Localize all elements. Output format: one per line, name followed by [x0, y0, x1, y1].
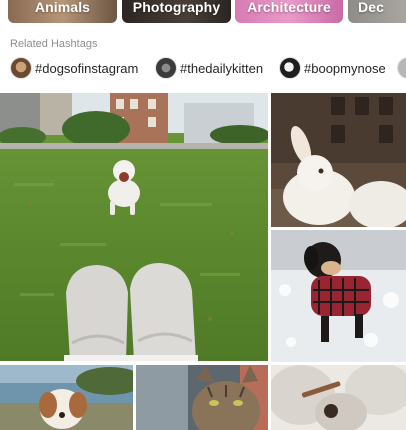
category-chip-label: Photography — [132, 0, 221, 15]
category-chip-label: Architecture — [247, 0, 331, 15]
photo-image — [271, 365, 406, 430]
hashtag-thumbnail — [279, 57, 301, 79]
hashtag-label: #boopmynose — [304, 60, 386, 76]
explore-photo-grid — [0, 93, 406, 430]
hashtag-thumbnail — [155, 57, 177, 79]
photo-image — [136, 365, 268, 430]
hashtag-label: #thedailykitten — [180, 60, 264, 76]
related-hashtags-heading: Related Hashtags — [10, 38, 98, 50]
category-chip-architecture[interactable]: Architecture — [235, 0, 343, 23]
related-hashtags-row: #dogsofinstagram #thedailykitten #boopmy… — [0, 56, 406, 80]
photo-dog-in-blanket[interactable] — [271, 365, 406, 430]
hashtag-boopmynose[interactable]: #boopmynose — [279, 56, 386, 80]
hashtag-thedailykitten[interactable]: #thedailykitten — [155, 56, 263, 80]
category-chip-animals[interactable]: Animals — [8, 0, 117, 23]
category-chips: Animals Photography Architecture Dec — [0, 0, 406, 24]
hashtag-thumbnail — [10, 57, 32, 79]
photo-cat[interactable] — [136, 365, 268, 430]
hashtag-thumbnail — [397, 57, 406, 79]
photo-dog-in-snow[interactable] — [271, 230, 406, 362]
photo-image — [271, 93, 406, 227]
category-chip-label: Animals — [34, 0, 91, 15]
category-chip-photography[interactable]: Photography — [122, 0, 231, 23]
hashtag-dogsofinstagram[interactable]: #dogsofinstagram — [10, 56, 138, 80]
photo-rabbits[interactable] — [271, 93, 406, 227]
photo-image — [271, 230, 406, 362]
category-chip-label: Dec — [358, 0, 384, 15]
category-chip-decor[interactable]: Dec — [348, 0, 406, 23]
photo-image — [0, 93, 268, 361]
hashtag-partial[interactable] — [397, 56, 406, 80]
photo-dog-at-beach[interactable] — [0, 365, 133, 430]
hashtag-label: #dogsofinstagram — [35, 60, 139, 76]
photo-dog-on-grass[interactable] — [0, 93, 268, 361]
photo-image — [0, 365, 133, 430]
